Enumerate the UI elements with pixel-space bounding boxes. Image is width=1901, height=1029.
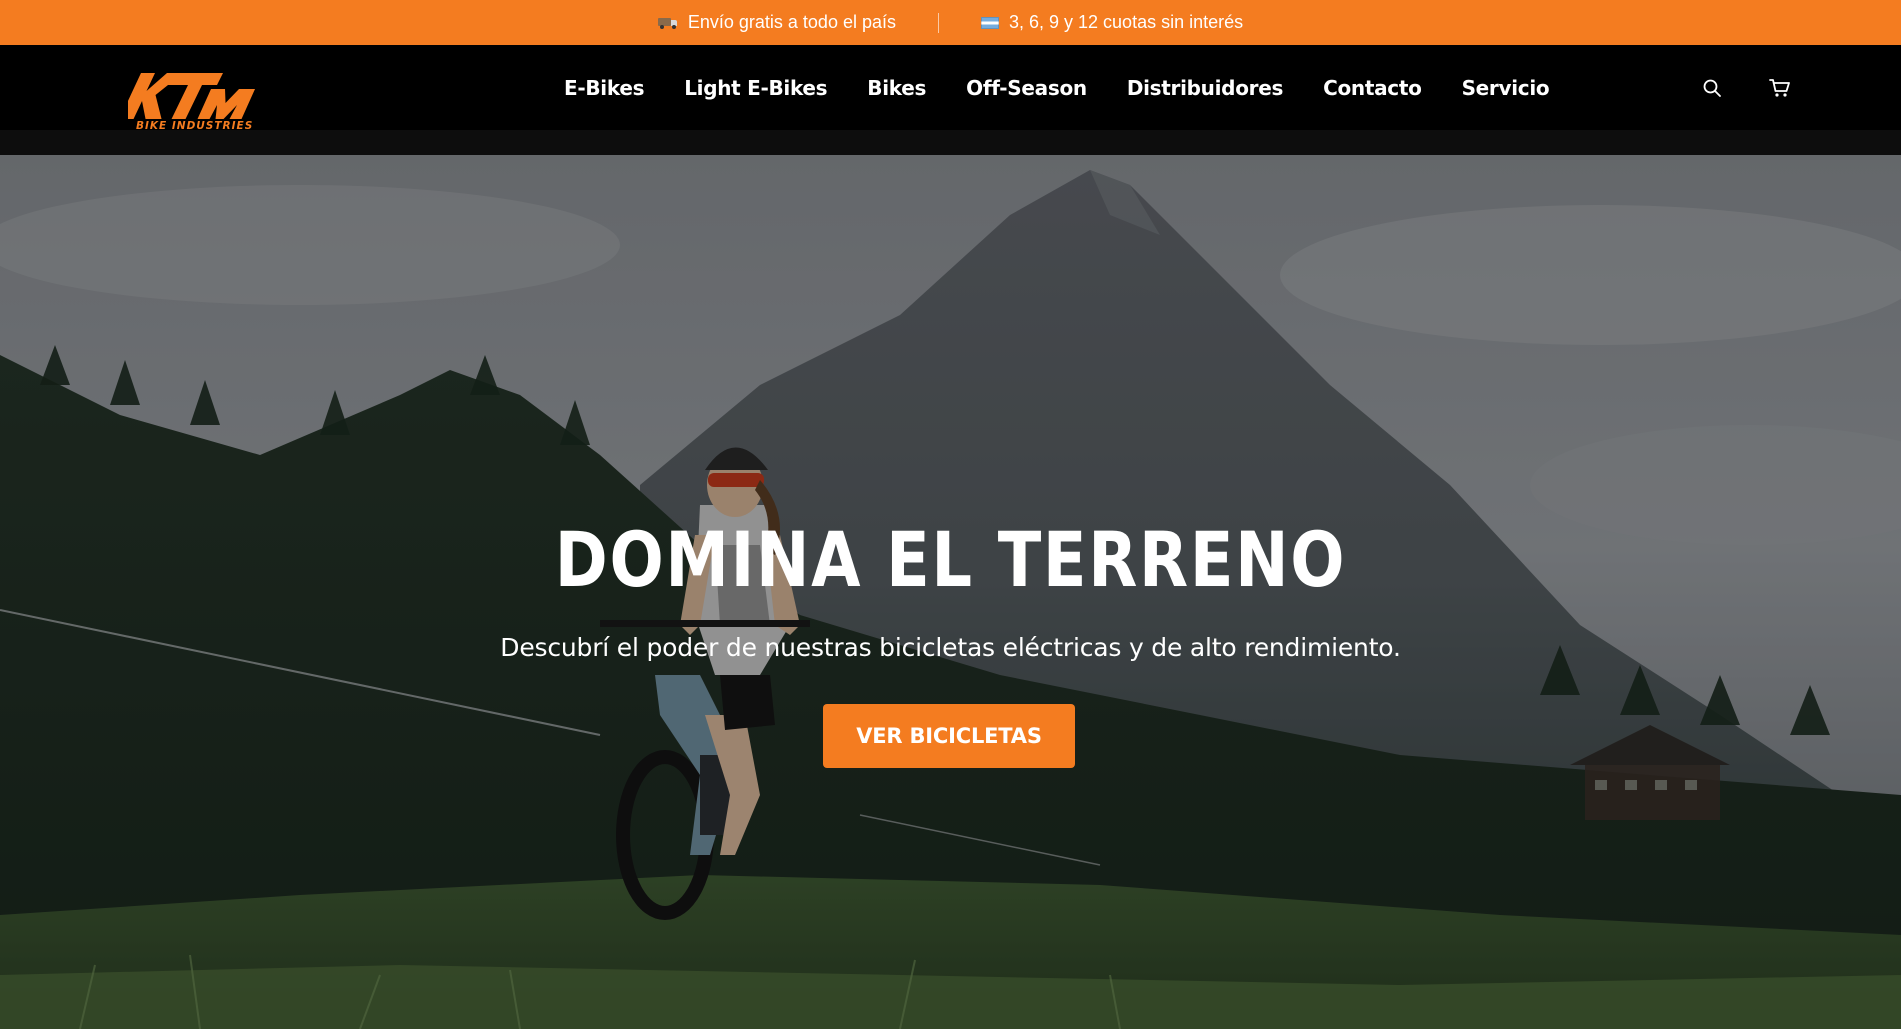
search-icon[interactable]	[1701, 77, 1723, 99]
installments-text: 3, 6, 9 y 12 cuotas sin interés	[1008, 12, 1244, 32]
cart-icon[interactable]	[1769, 77, 1791, 99]
nav-item-servicio[interactable]: Servicio	[1442, 76, 1570, 100]
site-header: BIKE INDUSTRIES E-Bikes Light E-Bikes Bi…	[0, 45, 1901, 132]
ktm-logo[interactable]: BIKE INDUSTRIES	[119, 69, 262, 132]
argentina-flag-icon	[980, 16, 999, 29]
view-bikes-button[interactable]: VER BICICLETAS	[823, 704, 1075, 768]
shipping-text: Envío gratis a todo el país	[687, 12, 896, 32]
announcement-divider	[937, 12, 939, 33]
announcement-bar: Envío gratis a todo el país 3, 6, 9 y 12…	[0, 0, 1901, 45]
nav-item-contacto[interactable]: Contacto	[1303, 76, 1441, 100]
hero-title: DOMINA EL TERRENO	[554, 515, 1347, 604]
nav-item-e-bikes[interactable]: E-Bikes	[564, 76, 664, 100]
nav-item-bikes[interactable]: Bikes	[847, 76, 946, 100]
hero-banner: DOMINA EL TERRENO Descubrí el poder de n…	[0, 155, 1901, 1029]
truck-icon	[657, 17, 678, 29]
main-nav: E-Bikes Light E-Bikes Bikes Off-Season D…	[564, 45, 1569, 130]
header-actions	[1701, 45, 1791, 130]
shipping-announcement: Envío gratis a todo el país	[657, 12, 896, 33]
nav-item-distribuidores[interactable]: Distribuidores	[1107, 76, 1303, 100]
nav-item-off-season[interactable]: Off-Season	[946, 76, 1107, 100]
hero-subtitle: Descubrí el poder de nuestras bicicletas…	[500, 633, 1401, 662]
nav-item-light-e-bikes[interactable]: Light E-Bikes	[664, 76, 847, 100]
installments-announcement: 3, 6, 9 y 12 cuotas sin interés	[980, 12, 1244, 33]
header-subbar	[0, 130, 1901, 155]
